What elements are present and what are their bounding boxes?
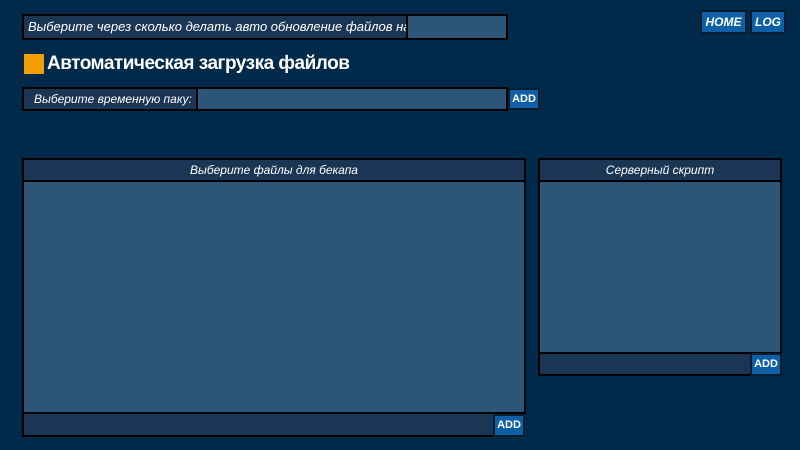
page-title: Автоматическая загрузка файлов [47, 53, 350, 74]
backup-files-footer-bar [22, 412, 494, 437]
server-script-panel-title: Серверный скрипт [538, 158, 782, 182]
backup-files-list[interactable] [22, 180, 526, 414]
add-temp-folder-button[interactable]: ADD [508, 88, 540, 110]
refresh-interval-label: Выберите через сколько делать авто обнов… [28, 19, 406, 34]
add-backup-file-button[interactable]: ADD [493, 414, 525, 437]
temp-folder-input[interactable] [196, 89, 506, 109]
temp-folder-bar: Выберите временную паку: [22, 87, 508, 111]
server-script-list[interactable] [538, 180, 782, 354]
refresh-interval-bar: Выберите через сколько делать авто обнов… [22, 14, 508, 40]
log-button[interactable]: LOG [750, 10, 786, 34]
refresh-interval-input[interactable] [406, 16, 506, 38]
home-button[interactable]: HOME [700, 10, 747, 34]
temp-folder-label: Выберите временную паку: [34, 92, 192, 106]
heading-marker-icon [24, 54, 44, 74]
page-heading: Автоматическая загрузка файлов [24, 52, 350, 76]
server-script-footer-bar [538, 352, 752, 376]
add-server-script-button[interactable]: ADD [750, 353, 782, 376]
backup-files-panel-title: Выберите файлы для бекапа [22, 158, 526, 182]
